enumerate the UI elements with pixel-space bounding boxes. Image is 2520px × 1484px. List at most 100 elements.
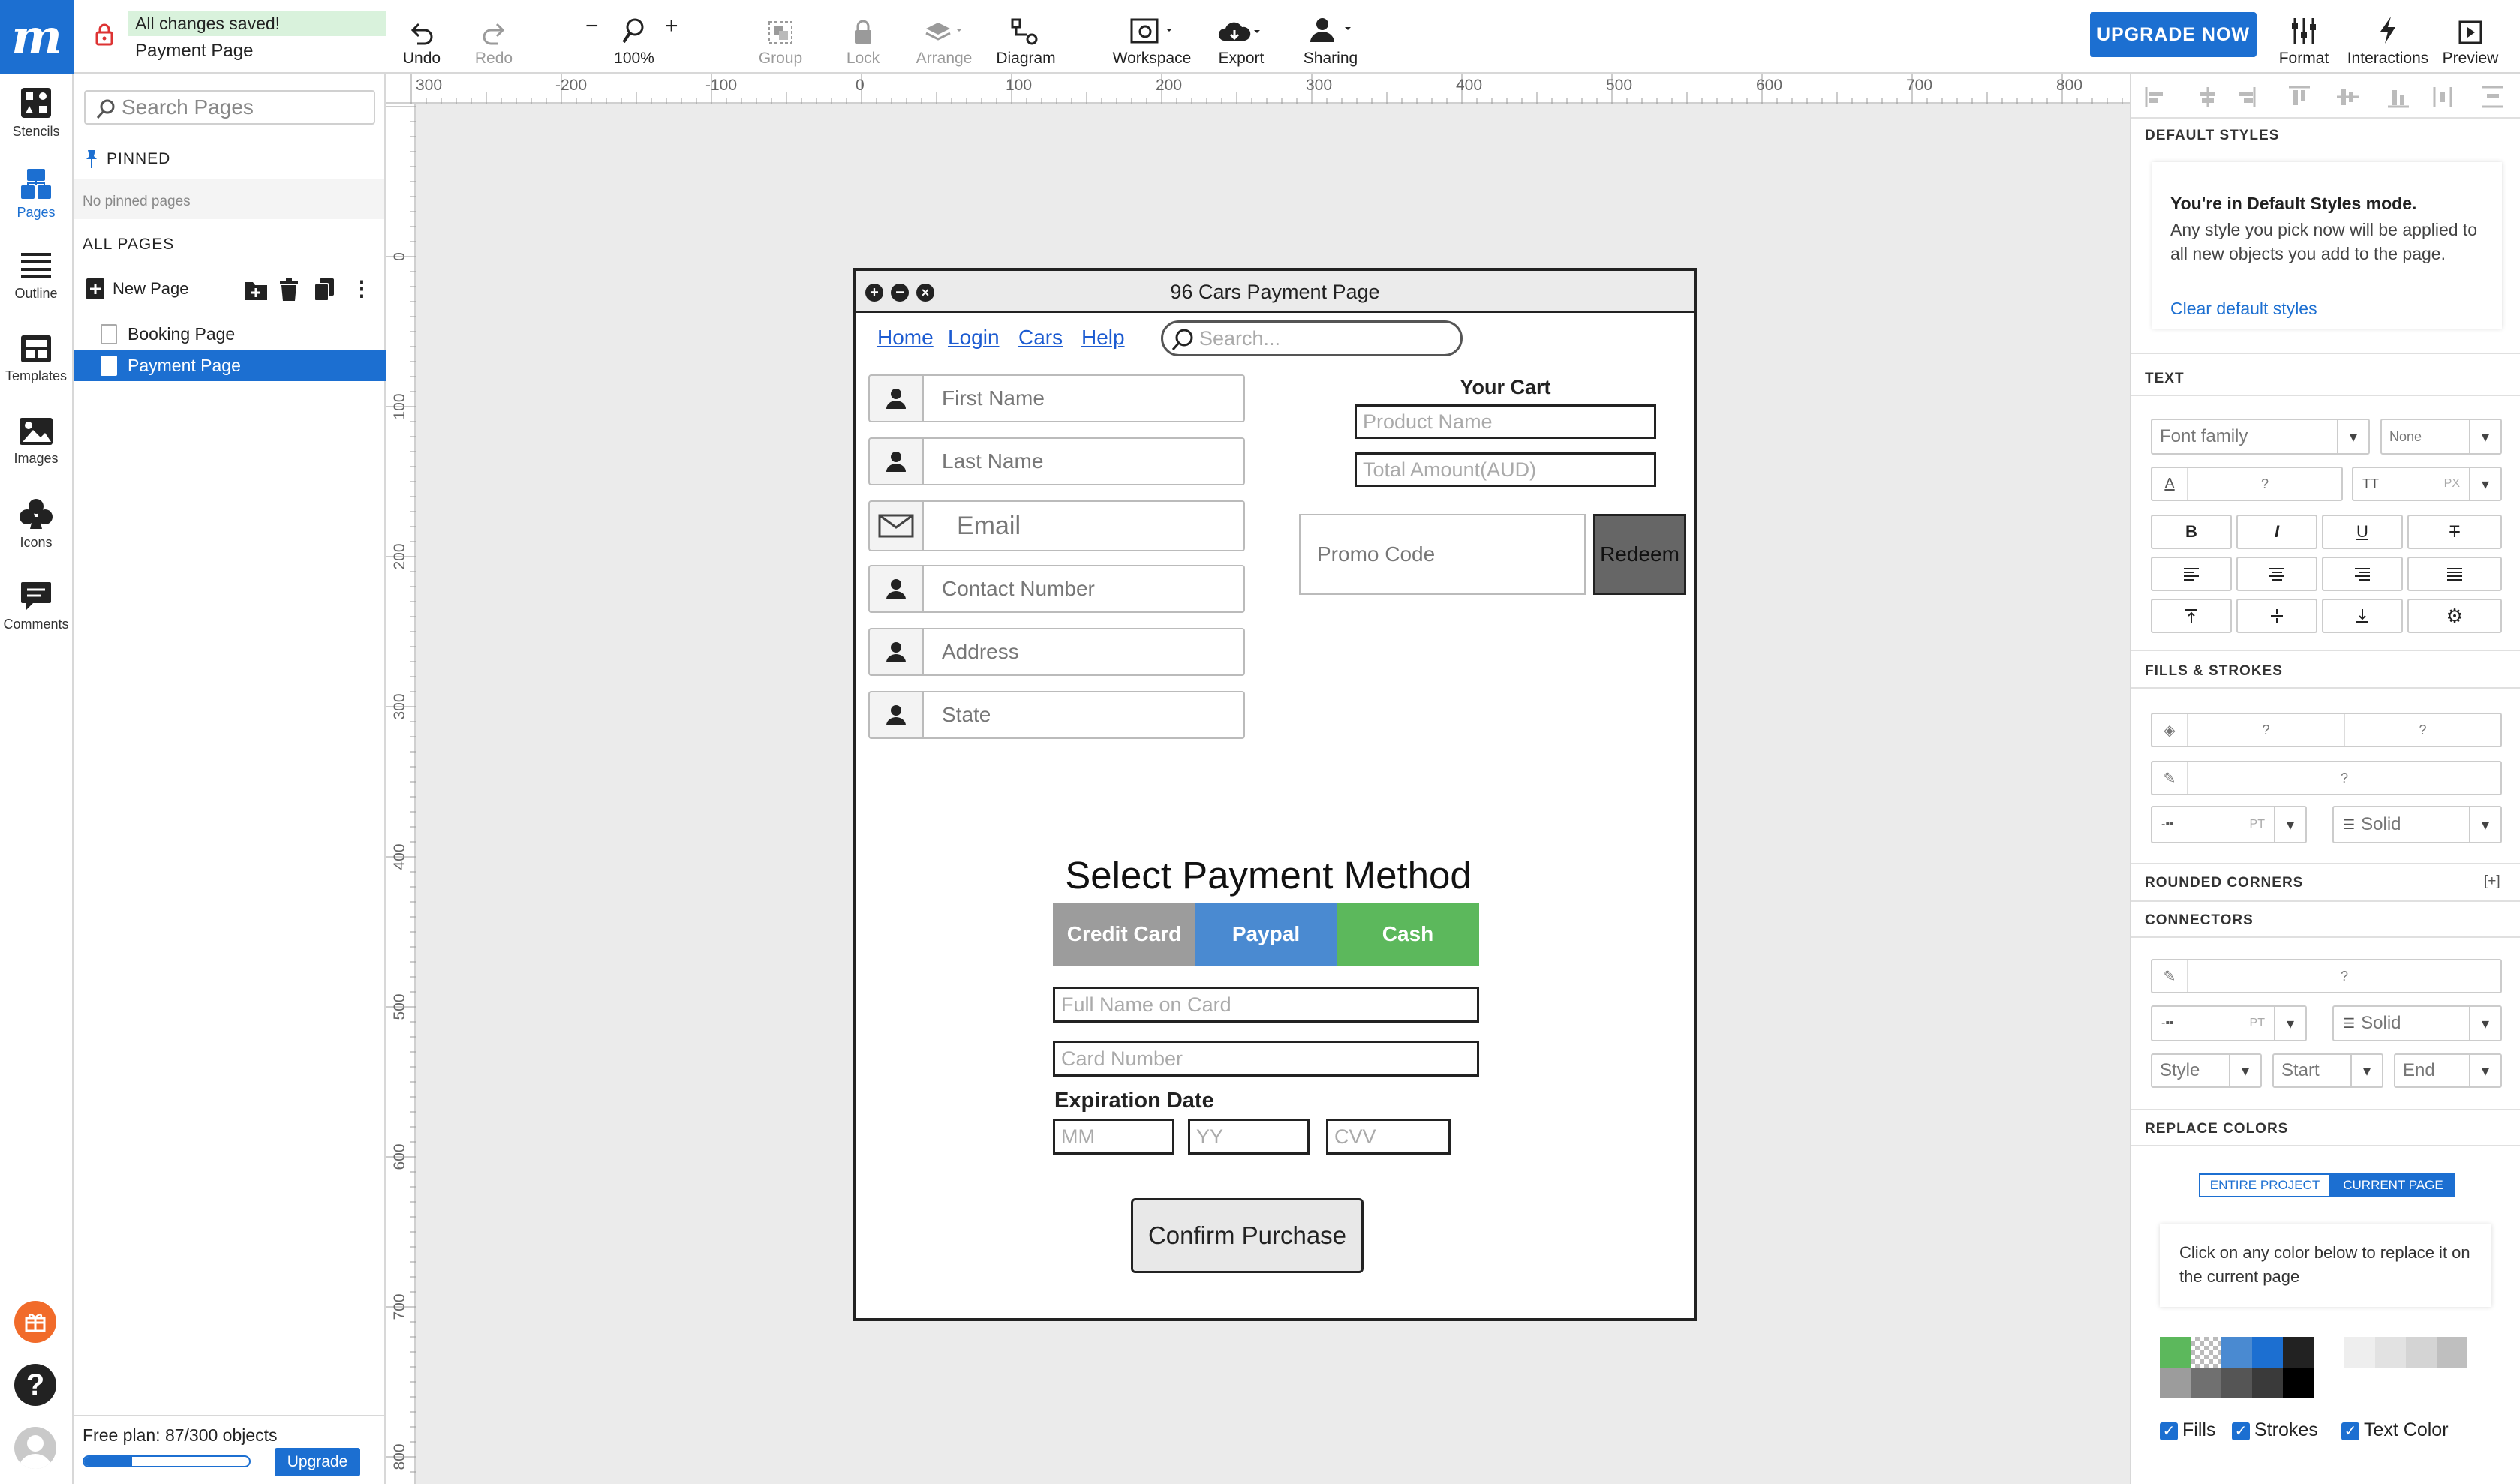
color-swatch[interactable] [2283,1337,2314,1368]
first-name-field[interactable]: First Name [924,374,1245,422]
gift-icon[interactable] [14,1301,56,1343]
lock-button[interactable]: Lock [841,8,886,68]
current-page-name[interactable]: Payment Page [135,41,253,62]
search-pages-input[interactable]: Search Pages [84,90,375,125]
strikethrough-button[interactable]: T [2407,515,2502,549]
interactions-button[interactable]: Interactions [2341,8,2434,68]
confirm-purchase-button[interactable]: Confirm Purchase [1131,1198,1364,1273]
tab-cash[interactable]: Cash [1337,903,1479,966]
arrange-button[interactable]: Arrange [911,8,977,68]
underline-button[interactable]: U [2322,515,2403,549]
zoom-in-button[interactable]: + [665,14,678,39]
stroke-color-field[interactable]: ✎ ? [2151,761,2502,795]
color-swatch[interactable] [2252,1368,2283,1398]
expiry-month-field[interactable]: MM [1053,1119,1174,1155]
nav-link-help[interactable]: Help [1081,326,1125,350]
fill-color-field[interactable]: ◈ ? ? [2151,713,2502,747]
color-swatch[interactable] [2221,1337,2252,1368]
nav-link-cars[interactable]: Cars [1018,326,1063,350]
sharing-button[interactable]: Sharing [1298,8,1363,68]
rail-pages[interactable]: Pages [0,155,72,233]
tab-credit-card[interactable]: Credit Card [1053,903,1195,966]
font-family-select[interactable]: Font family ▾ [2151,419,2370,455]
card-number-field[interactable]: Card Number [1053,1041,1479,1077]
text-color-field[interactable]: A ? [2151,467,2343,501]
color-swatch[interactable] [2375,1337,2406,1368]
workspace-button[interactable]: Workspace [1109,8,1195,68]
cvv-field[interactable]: CVV [1326,1119,1451,1155]
trash-icon[interactable] [279,278,299,302]
preview-button[interactable]: Preview [2440,8,2500,68]
font-size-field[interactable]: TT PX ▾ [2352,467,2502,501]
color-swatch[interactable] [2221,1368,2252,1398]
zoom-out-button[interactable]: − [585,14,599,39]
rail-stencils[interactable]: Stencils [0,74,72,152]
italic-button[interactable]: I [2236,515,2317,549]
diagram-button[interactable]: Diagram [992,8,1060,68]
expiry-year-field[interactable]: YY [1188,1119,1310,1155]
export-button[interactable]: Export [1211,8,1271,68]
align-toolbar-icons[interactable] [2142,84,2517,110]
color-swatch[interactable] [2160,1368,2191,1398]
justify-button[interactable] [2407,557,2502,591]
promo-code-field[interactable]: Promo Code [1299,514,1586,595]
connector-end-select[interactable]: End ▾ [2394,1053,2502,1088]
font-weight-select[interactable]: None ▾ [2380,419,2502,455]
group-button[interactable]: Group [756,8,804,68]
rail-icons[interactable]: Icons [0,485,72,563]
contact-number-field[interactable]: Contact Number [924,565,1245,613]
align-right-button[interactable] [2322,557,2403,591]
color-swatch[interactable] [2191,1368,2221,1398]
duplicate-icon[interactable] [314,278,335,302]
format-button[interactable]: Format [2274,8,2334,68]
tab-paypal[interactable]: Paypal [1195,903,1337,966]
connector-style-select[interactable]: ☰ Solid ▾ [2332,1005,2502,1041]
total-amount-field[interactable]: Total Amount(AUD) [1355,452,1656,487]
valign-top-button[interactable] [2151,599,2232,633]
valign-middle-button[interactable] [2236,599,2317,633]
state-field[interactable]: State [924,691,1245,739]
help-icon[interactable]: ? [14,1364,56,1406]
color-swatch[interactable] [2252,1337,2283,1368]
text-color-checkbox[interactable]: ✓ [2341,1422,2359,1440]
connector-width-field[interactable]: -▪▪ PT ▾ [2151,1005,2307,1041]
connector-color-field[interactable]: ✎ ? [2151,959,2502,993]
color-swatch[interactable] [2191,1337,2221,1368]
connector-start-select[interactable]: Start ▾ [2272,1053,2383,1088]
mockup-window[interactable]: + − × 96 Cars Payment Page Home Login Ca… [853,268,1697,1321]
stroke-style-select[interactable]: ☰ Solid ▾ [2332,806,2502,843]
undo-button[interactable]: Undo [398,8,446,68]
last-name-field[interactable]: Last Name [924,437,1245,485]
valign-bottom-button[interactable] [2322,599,2403,633]
moqups-logo[interactable]: m [0,0,74,74]
connector-type-select[interactable]: Style ▾ [2151,1053,2262,1088]
full-name-on-card-field[interactable]: Full Name on Card [1053,987,1479,1023]
color-swatch[interactable] [2160,1337,2191,1368]
email-field[interactable]: Email [924,500,1245,551]
align-left-button[interactable] [2151,557,2232,591]
color-swatch[interactable] [2344,1337,2375,1368]
rail-outline[interactable]: Outline [0,237,72,315]
fills-checkbox[interactable]: ✓ [2160,1422,2178,1440]
color-swatch[interactable] [2406,1337,2437,1368]
rounded-corners-add[interactable]: [+] [2484,873,2500,890]
color-swatch[interactable] [2437,1337,2467,1368]
product-name-field[interactable]: Product Name [1355,404,1656,439]
bold-button[interactable]: B [2151,515,2232,549]
clear-default-styles-link[interactable]: Clear default styles [2170,299,2317,319]
strokes-checkbox[interactable]: ✓ [2232,1422,2250,1440]
text-settings-button[interactable]: ⚙ [2407,599,2502,633]
stroke-width-field[interactable]: -▪▪ PT ▾ [2151,806,2307,843]
zoom-control[interactable]: 100% [609,8,659,68]
page-item-booking[interactable]: Booking Page [74,318,386,350]
new-folder-icon[interactable] [243,279,269,302]
rail-templates[interactable]: Templates [0,320,72,398]
redeem-button[interactable]: Redeem [1593,514,1686,595]
page-item-payment[interactable]: Payment Page [74,350,386,381]
current-page-tab[interactable]: CURRENT PAGE [2331,1173,2455,1197]
upgrade-now-button[interactable]: UPGRADE NOW [2090,12,2257,57]
upgrade-button[interactable]: Upgrade [275,1448,360,1476]
new-page-button[interactable]: New Page [86,276,189,302]
address-field[interactable]: Address [924,628,1245,676]
more-options-icon[interactable]: ⋮ [351,276,372,302]
